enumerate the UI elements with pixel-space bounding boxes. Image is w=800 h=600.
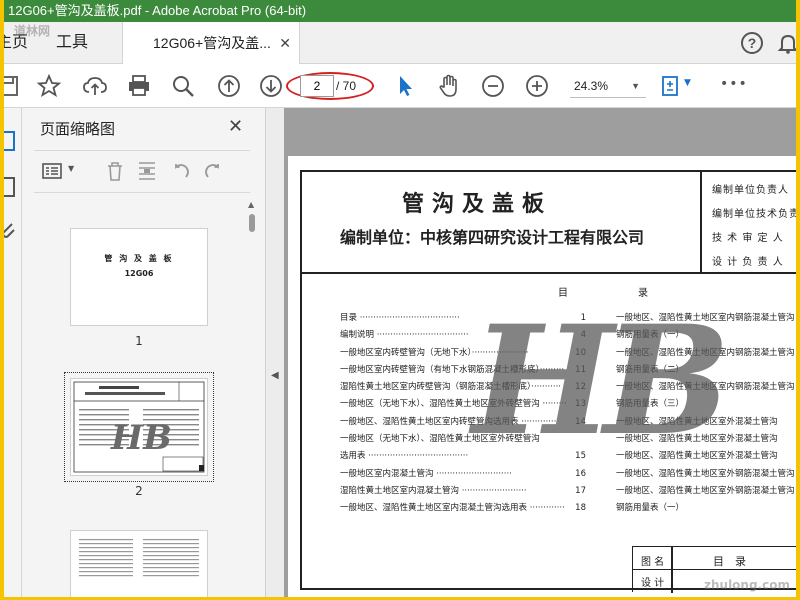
- site-watermark: 道林网: [14, 24, 51, 38]
- panel-title: 页面缩略图: [40, 120, 116, 138]
- role-line: 编制单位技术负责人: [712, 209, 796, 220]
- fit-page-icon[interactable]: [658, 73, 684, 99]
- document-title: 管沟及盖板: [402, 191, 553, 217]
- toc-entry-text: 一般地区、湿陷性黄土地区室内混凝土管沟选用表 ·············: [340, 503, 565, 514]
- bell-icon[interactable]: [776, 31, 796, 55]
- upload-cloud-icon[interactable]: [82, 73, 108, 99]
- toc-entry-page: 18: [575, 503, 586, 514]
- thumbnails-panel: 页面缩略图 ✕ ▼ 管 沟 及 盖 板 12G06 1 HB 2 ▲: [22, 108, 266, 597]
- toc-entry-text: 选用表 ····································…: [340, 451, 469, 462]
- window-title: 12G06+管沟及盖板.pdf - Adobe Acrobat Pro (64-…: [4, 0, 796, 22]
- drawing-frame: 管沟及盖板 编制单位：中核第四研究设计工程有限公司 编制单位负责人 编制单位技术…: [300, 170, 796, 593]
- insert-page-icon[interactable]: [136, 160, 158, 182]
- page-thumbnail-1[interactable]: 管 沟 及 盖 板 12G06: [70, 228, 208, 326]
- zoom-select[interactable]: 24.3% ▼: [570, 74, 646, 98]
- toc-entry-text: 目录 ·····································: [340, 313, 460, 323]
- bookmark-icon[interactable]: [4, 176, 18, 198]
- thumbnails-scrollbar[interactable]: ▲: [246, 200, 258, 597]
- page-number-input[interactable]: 2: [300, 75, 334, 97]
- divider: [34, 192, 250, 193]
- attachment-icon[interactable]: [4, 218, 18, 240]
- site-watermark: zhulong.com: [704, 578, 790, 592]
- search-zoom-icon[interactable]: [170, 73, 196, 99]
- chevron-down-icon[interactable]: ▼: [68, 164, 74, 173]
- thumb-title: 管 沟 及 盖 板: [104, 254, 174, 263]
- document-view[interactable]: 管沟及盖板 编制单位：中核第四研究设计工程有限公司 编制单位负责人 编制单位技术…: [284, 108, 796, 597]
- chevron-left-icon[interactable]: ◀: [271, 370, 279, 381]
- navigation-rail: [4, 108, 22, 597]
- toc-entry: 湿陷性黄土地区室内混凝土管沟 ························ 1…: [340, 483, 586, 500]
- thumb-3-preview: [79, 539, 199, 577]
- save-icon[interactable]: [4, 73, 22, 99]
- toc-entry: 一般地区、湿陷性黄土地区室外钢筋混凝土管沟: [616, 485, 795, 496]
- toc-entry: 钢筋用量表（一）: [616, 503, 685, 514]
- zoom-out-icon[interactable]: [480, 73, 506, 99]
- title-block-name: 目 录: [713, 555, 746, 568]
- tab-document[interactable]: 12G06+管沟及盖... ✕: [122, 22, 300, 65]
- star-icon[interactable]: [36, 73, 62, 99]
- toc-entry-page: 17: [575, 485, 586, 496]
- svg-text:?: ?: [748, 35, 757, 51]
- toc-entry-text: 湿陷性黄土地区室内混凝土管沟 ························: [340, 485, 527, 496]
- close-icon[interactable]: ✕: [279, 22, 291, 64]
- divider: [633, 569, 796, 570]
- document-page: 管沟及盖板 编制单位：中核第四研究设计工程有限公司 编制单位负责人 编制单位技术…: [288, 156, 796, 597]
- tab-document-label: 12G06+管沟及盖...: [153, 35, 271, 51]
- page-label-1: 1: [135, 334, 143, 348]
- title-block-design: 设 计: [641, 578, 665, 589]
- divider: [671, 547, 673, 593]
- rotate-right-icon[interactable]: [202, 160, 224, 182]
- tab-bar: 主页 工具 12G06+管沟及盖... ✕ ?: [4, 22, 796, 65]
- zoom-in-icon[interactable]: [524, 73, 550, 99]
- arrow-down-icon[interactable]: [258, 73, 284, 99]
- more-tools-button[interactable]: •••: [720, 76, 748, 92]
- hand-icon[interactable]: [436, 73, 462, 99]
- role-line: 编制单位负责人: [712, 185, 789, 196]
- scroll-up-icon[interactable]: ▲: [248, 200, 254, 209]
- page-thumbnail-2[interactable]: HB: [70, 378, 208, 476]
- trash-icon[interactable]: [104, 160, 126, 182]
- options-menu-icon[interactable]: [42, 160, 64, 182]
- responsibility-block: 编制单位负责人 编制单位技术负责人 技 术 审 定 人 设 计 负 责 人: [700, 172, 796, 274]
- page-thumbnails-icon[interactable]: [4, 130, 18, 152]
- help-icon[interactable]: ?: [740, 31, 764, 55]
- main-toolbar: 2 / 70 24.3% ▼ ▼ •••: [4, 64, 796, 108]
- document-unit: 编制单位：中核第四研究设计工程有限公司: [340, 228, 645, 247]
- rotate-left-icon[interactable]: [170, 160, 192, 182]
- zoom-value: 24.3%: [574, 79, 609, 93]
- cursor-icon[interactable]: [392, 73, 418, 99]
- acrobat-window: 12G06+管沟及盖板.pdf - Adobe Acrobat Pro (64-…: [4, 0, 796, 597]
- svg-text:HB: HB: [110, 418, 172, 458]
- hb-watermark: HB: [472, 293, 730, 469]
- arrow-up-icon[interactable]: [216, 73, 242, 99]
- page-total: / 70: [336, 79, 357, 93]
- page-label-2: 2: [135, 484, 143, 498]
- title-block-label: 图 名: [641, 557, 665, 568]
- fit-dropdown-chevron-icon[interactable]: ▼: [684, 78, 691, 88]
- page-thumbnail-3[interactable]: [70, 530, 208, 597]
- panel-collapse-handle[interactable]: ◀: [266, 108, 284, 597]
- table-of-contents: 目 录 目录 ·································…: [302, 276, 796, 593]
- close-icon[interactable]: ✕: [228, 116, 243, 137]
- thumb-2-preview: HB: [73, 381, 205, 473]
- scrollbar-thumb[interactable]: [249, 214, 255, 232]
- print-icon[interactable]: [126, 73, 152, 99]
- toc-entry: 一般地区、湿陷性黄土地区室内混凝土管沟选用表 ············· 18: [340, 500, 586, 517]
- thumb-code: 12G06: [124, 269, 154, 278]
- document-header: 管沟及盖板 编制单位：中核第四研究设计工程有限公司 编制单位负责人 编制单位技术…: [302, 172, 796, 274]
- toc-entry-text: 编制说明 ··································: [340, 330, 469, 341]
- role-line: 设 计 负 责 人: [712, 257, 784, 268]
- chevron-down-icon: ▼: [631, 81, 640, 91]
- divider: [34, 150, 250, 151]
- tab-tools[interactable]: 工具: [56, 22, 88, 64]
- role-line: 技 术 审 定 人: [712, 233, 784, 244]
